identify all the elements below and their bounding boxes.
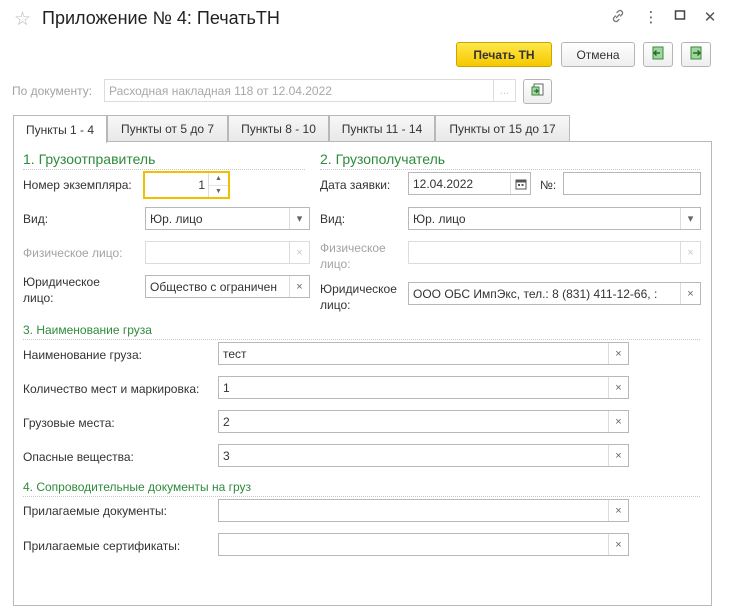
open-document-button[interactable] bbox=[523, 79, 552, 104]
attached-certs-label: Прилагаемые сертификаты: bbox=[23, 539, 181, 553]
consignee-legal-field[interactable]: ООО ОБС ИмпЭкс, тел.: 8 (831) 411-12-66,… bbox=[408, 282, 701, 305]
places-marking-field[interactable]: 1 × bbox=[218, 376, 629, 399]
load-settings-button[interactable] bbox=[643, 42, 673, 67]
open-document-icon bbox=[530, 82, 546, 101]
shipper-type-select[interactable]: Юр. лицо ▾ bbox=[145, 207, 310, 230]
request-number-label: №: bbox=[540, 178, 557, 192]
hazard-label: Опасные вещества: bbox=[23, 450, 134, 464]
more-menu-icon[interactable]: ⋮ bbox=[640, 8, 662, 26]
shipper-divider bbox=[23, 169, 305, 170]
tab-items-11-14[interactable]: Пункты 11 - 14 bbox=[329, 115, 435, 141]
attached-certs-field[interactable]: × bbox=[218, 533, 629, 556]
save-settings-button[interactable] bbox=[681, 42, 711, 67]
favorite-star-icon[interactable]: ☆ bbox=[14, 8, 31, 31]
copy-number-label: Номер экземпляра: bbox=[23, 178, 132, 192]
consignee-heading: 2. Грузополучатель bbox=[320, 151, 446, 167]
load-settings-icon bbox=[650, 45, 666, 64]
shipper-legal-value: Общество с ограничен bbox=[150, 279, 277, 294]
cargo-places-value: 2 bbox=[223, 414, 230, 429]
consignee-legal-label-1: Юридическое bbox=[320, 282, 397, 296]
shipper-type-label: Вид: bbox=[23, 212, 49, 226]
consignee-person-field: × bbox=[408, 241, 701, 264]
link-icon[interactable] bbox=[607, 8, 629, 28]
document-field: Расходная накладная 118 от 12.04.2022 ..… bbox=[104, 79, 516, 102]
clear-icon[interactable]: × bbox=[608, 500, 628, 521]
request-date-field[interactable]: 12.04.2022 bbox=[408, 172, 531, 195]
document-select-button: ... bbox=[493, 80, 515, 101]
consignee-legal-label-2: лицо: bbox=[320, 298, 351, 312]
shipper-heading: 1. Грузоотправитель bbox=[23, 151, 156, 167]
close-icon[interactable]: ✕ bbox=[699, 8, 721, 26]
consignee-person-label-2: лицо: bbox=[320, 257, 351, 271]
calendar-icon[interactable] bbox=[510, 173, 530, 194]
clear-icon[interactable]: × bbox=[608, 343, 628, 364]
cargo-places-field[interactable]: 2 × bbox=[218, 410, 629, 433]
clear-icon[interactable]: × bbox=[608, 534, 628, 555]
docs-divider bbox=[23, 496, 700, 497]
clear-icon: × bbox=[680, 242, 700, 263]
cargo-name-field[interactable]: тест × bbox=[218, 342, 629, 365]
tab-items-1-4[interactable]: Пункты 1 - 4 bbox=[13, 115, 107, 143]
clear-icon[interactable]: × bbox=[608, 377, 628, 398]
save-settings-icon bbox=[688, 45, 704, 64]
attached-docs-field[interactable]: × bbox=[218, 499, 629, 522]
shipper-legal-field[interactable]: Общество с ограничен × bbox=[145, 275, 310, 298]
cancel-button[interactable]: Отмена bbox=[561, 42, 635, 67]
window-title: Приложение № 4: ПечатьТН bbox=[42, 8, 280, 28]
maximize-icon[interactable] bbox=[669, 8, 691, 25]
tab-items-15-17[interactable]: Пункты от 15 до 17 bbox=[435, 115, 570, 141]
docs-heading: 4. Сопроводительные документы на груз bbox=[23, 480, 252, 494]
cargo-divider bbox=[23, 339, 700, 340]
stepper-down-icon[interactable]: ▼ bbox=[209, 184, 228, 198]
request-date-value: 12.04.2022 bbox=[413, 176, 474, 191]
consignee-type-label: Вид: bbox=[320, 212, 346, 226]
request-date-label: Дата заявки: bbox=[320, 178, 391, 192]
print-tn-button[interactable]: Печать ТН bbox=[456, 42, 552, 67]
chevron-down-icon[interactable]: ▾ bbox=[289, 208, 309, 229]
attached-docs-label: Прилагаемые документы: bbox=[23, 504, 167, 518]
clear-icon[interactable]: × bbox=[680, 283, 700, 304]
places-marking-label: Количество мест и маркировка: bbox=[23, 382, 200, 396]
copy-number-field[interactable]: 1 ▲ ▼ bbox=[143, 171, 230, 199]
shipper-legal-label-1: Юридическое bbox=[23, 275, 100, 289]
cargo-name-label: Наименование груза: bbox=[23, 348, 142, 362]
consignee-legal-value: ООО ОБС ИмпЭкс, тел.: 8 (831) 411-12-66,… bbox=[413, 286, 658, 301]
shipper-type-value: Юр. лицо bbox=[150, 211, 203, 226]
cargo-heading: 3. Наименование груза bbox=[23, 323, 152, 337]
hazard-field[interactable]: 3 × bbox=[218, 444, 629, 467]
copy-number-value: 1 bbox=[198, 178, 205, 192]
copy-number-stepper[interactable]: ▲ ▼ bbox=[208, 173, 228, 197]
hazard-value: 3 bbox=[223, 448, 230, 463]
shipper-legal-label-2: лицо: bbox=[23, 291, 54, 305]
document-value: Расходная накладная 118 от 12.04.2022 bbox=[109, 83, 332, 98]
consignee-divider bbox=[320, 169, 700, 170]
chevron-down-icon[interactable]: ▾ bbox=[680, 208, 700, 229]
consignee-person-label-1: Физическое bbox=[320, 241, 386, 255]
clear-icon[interactable]: × bbox=[289, 276, 309, 297]
shipper-person-field: × bbox=[145, 241, 310, 264]
consignee-type-value: Юр. лицо bbox=[413, 211, 466, 226]
tab-items-5-7[interactable]: Пункты от 5 до 7 bbox=[107, 115, 228, 141]
clear-icon[interactable]: × bbox=[608, 445, 628, 466]
tab-items-8-10[interactable]: Пункты 8 - 10 bbox=[228, 115, 329, 141]
cargo-name-value: тест bbox=[223, 346, 247, 361]
request-number-field[interactable] bbox=[563, 172, 701, 195]
consignee-type-select[interactable]: Юр. лицо ▾ bbox=[408, 207, 701, 230]
clear-icon[interactable]: × bbox=[608, 411, 628, 432]
document-label: По документу: bbox=[12, 84, 93, 98]
places-marking-value: 1 bbox=[223, 380, 230, 395]
cargo-places-label: Грузовые места: bbox=[23, 416, 115, 430]
clear-icon: × bbox=[289, 242, 309, 263]
stepper-up-icon[interactable]: ▲ bbox=[209, 173, 228, 185]
shipper-person-label: Физическое лицо: bbox=[23, 246, 123, 260]
